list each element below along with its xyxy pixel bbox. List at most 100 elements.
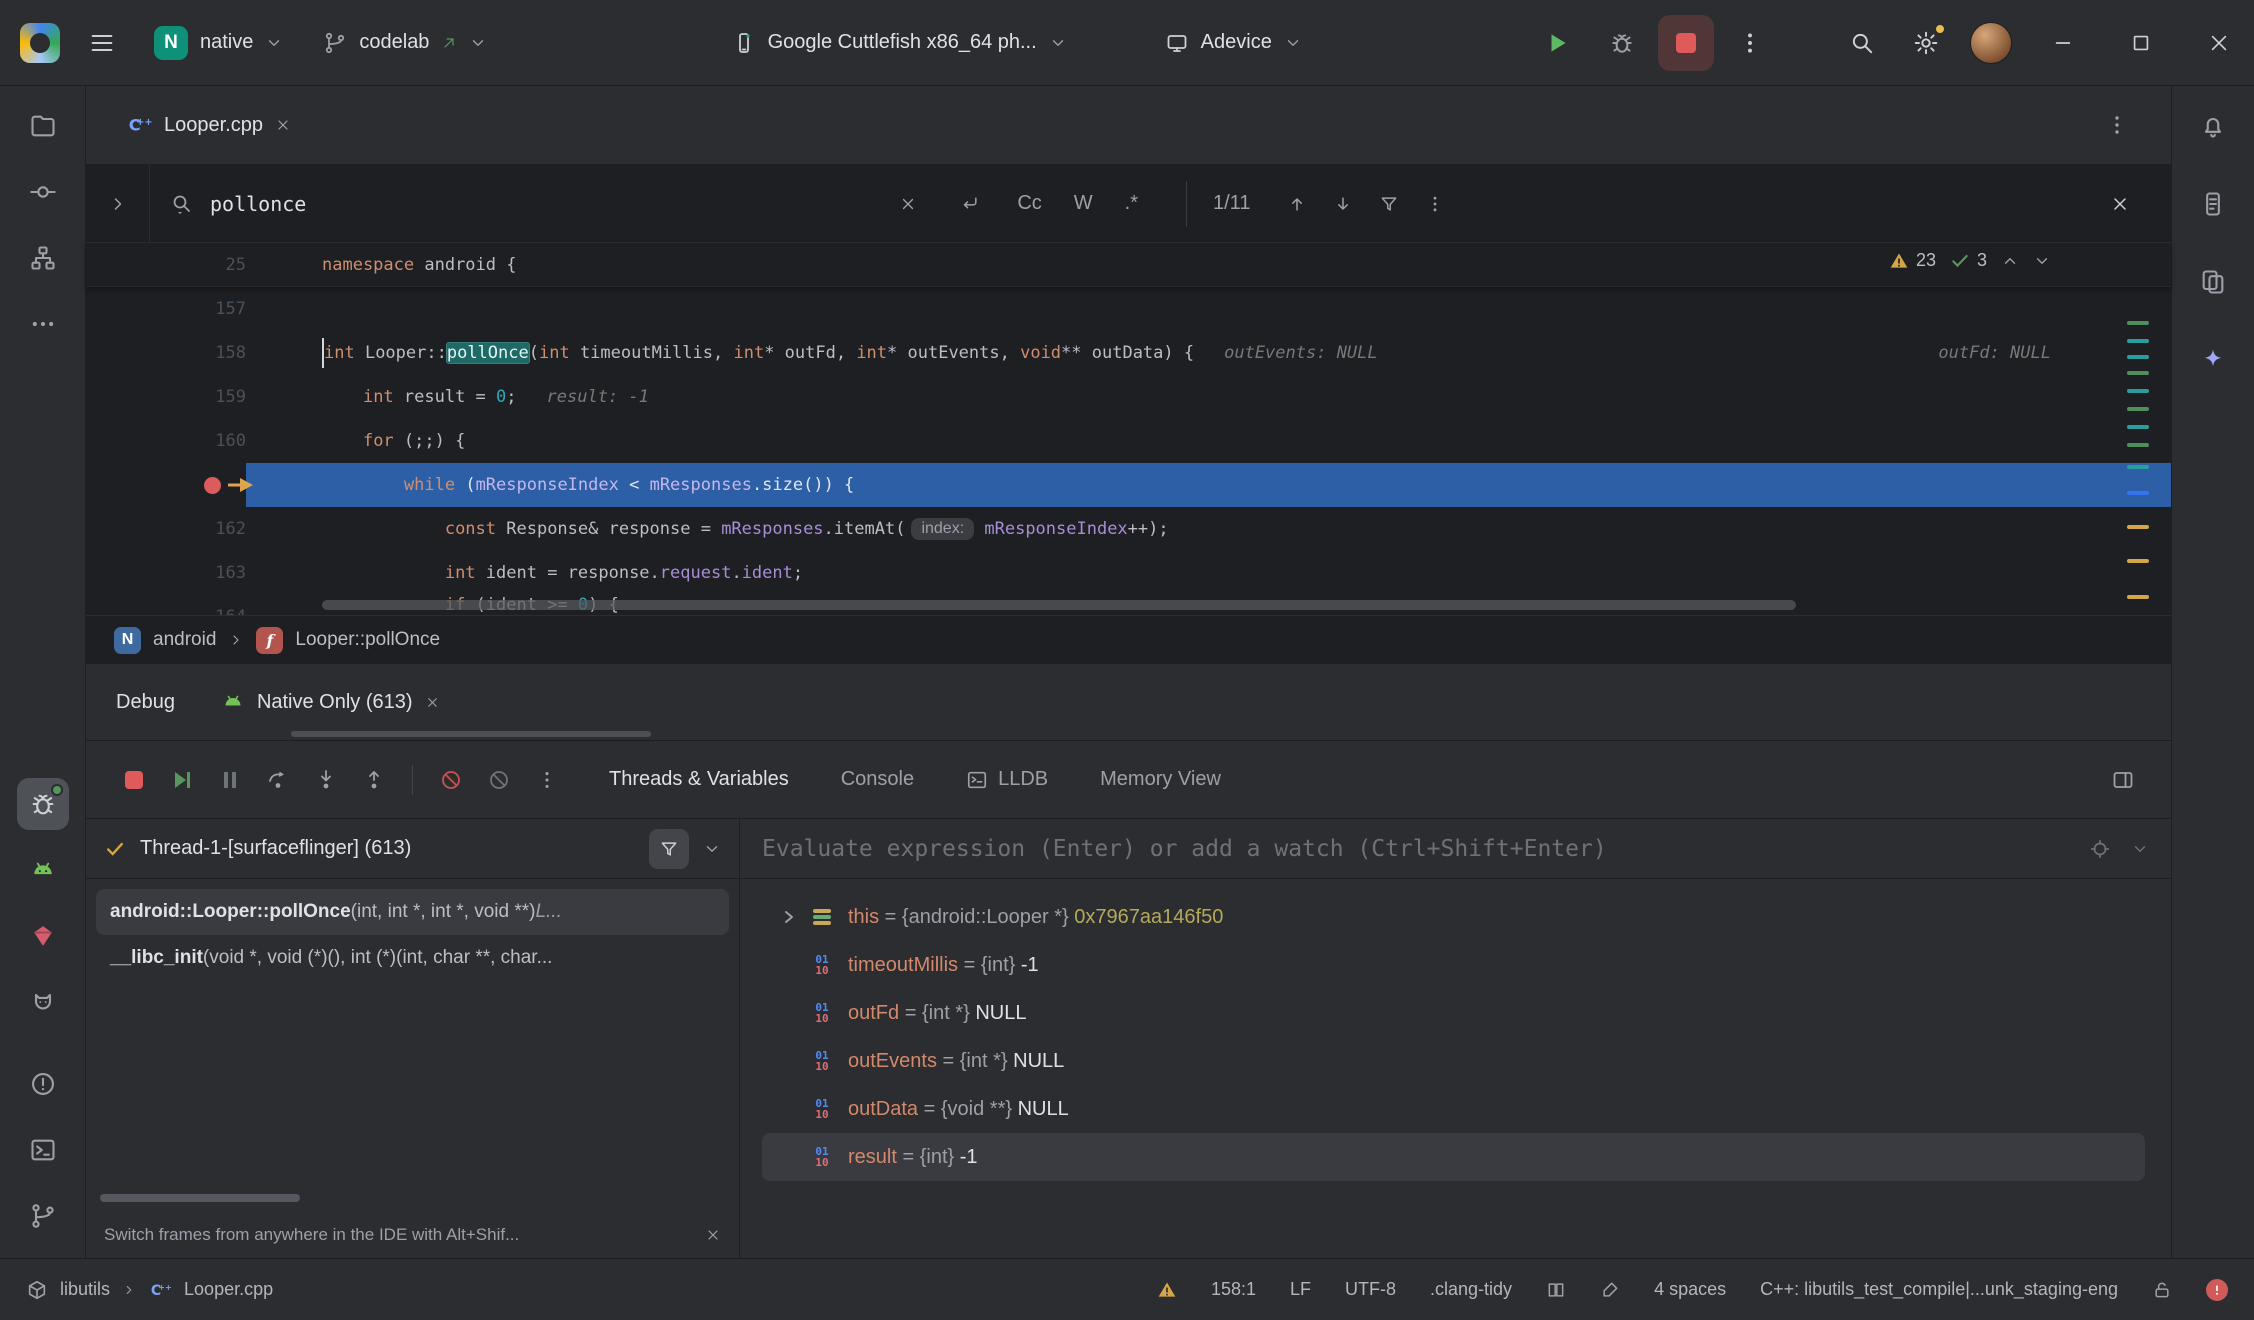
stripe-mark[interactable]	[2127, 355, 2149, 359]
gutter[interactable]: 164	[86, 595, 246, 615]
match-case-toggle[interactable]: Cc	[1009, 186, 1049, 221]
chevron-right-icon[interactable]	[780, 908, 798, 926]
gutter[interactable]: 157	[86, 287, 246, 331]
code-editor[interactable]: 25namespace android {157158int Looper::p…	[86, 243, 2171, 615]
variable-row[interactable]: 0110timeoutMillis = {int} -1	[762, 941, 2145, 989]
code-line-content[interactable]: int Looper::pollOnce(int timeoutMillis, …	[246, 331, 2171, 375]
gutter[interactable]: 160	[86, 419, 246, 463]
horizontal-scrollbar[interactable]	[322, 600, 1796, 610]
device-selector[interactable]: Google Cuttlefish x86_64 ph...	[716, 15, 1083, 71]
maximize-button[interactable]	[2106, 0, 2176, 86]
gutter[interactable]: 25	[86, 243, 246, 286]
project-selector[interactable]: N native	[138, 15, 299, 71]
variable-row[interactable]: 0110outEvents = {int *} NULL	[762, 1037, 2145, 1085]
variable-row[interactable]: 0110outFd = {int *} NULL	[762, 989, 2145, 1037]
caret-position-widget[interactable]: 158:1	[1211, 1279, 1256, 1300]
code-row[interactable]: 158int Looper::pollOnce(int timeoutMilli…	[86, 331, 2171, 375]
more-actions-button[interactable]	[1722, 15, 1778, 71]
pause-button[interactable]	[208, 758, 252, 802]
running-devices-button[interactable]	[2187, 256, 2239, 308]
code-line-content[interactable]: while (mResponseIndex < mResponses.size(…	[246, 463, 2171, 507]
code-line-content[interactable]: int result = 0;result: -1	[246, 375, 2171, 419]
close-icon[interactable]	[425, 695, 440, 710]
variable-row[interactable]: this = {android::Looper *} 0x7967aa146f5…	[762, 893, 2145, 941]
stripe-mark[interactable]	[2127, 559, 2149, 563]
chevron-down-icon[interactable]	[2033, 252, 2051, 270]
code-line-content[interactable]: int ident = response.request.ident;	[246, 551, 2171, 595]
code-line-content[interactable]: const Response& response = mResponses.it…	[246, 507, 2171, 551]
close-search-button[interactable]	[2097, 181, 2143, 227]
code-line-content[interactable]: namespace android {	[246, 243, 2171, 286]
close-icon[interactable]	[275, 117, 291, 133]
stripe-mark[interactable]	[2127, 443, 2149, 447]
filter-search-button[interactable]	[1366, 181, 1412, 227]
clear-search-button[interactable]	[885, 181, 931, 227]
code-row[interactable]: 157	[86, 287, 2171, 331]
layout-settings-button[interactable]	[2101, 758, 2145, 802]
stripe-mark[interactable]	[2127, 525, 2149, 529]
structure-tool-button[interactable]	[17, 232, 69, 284]
code-row[interactable]: while (mResponseIndex < mResponses.size(…	[86, 463, 2171, 507]
thread-selector[interactable]: Thread-1-[surfaceflinger] (613)	[86, 819, 739, 879]
stripe-mark[interactable]	[2127, 595, 2149, 599]
code-line-content[interactable]	[246, 287, 2171, 331]
variable-row[interactable]: 0110outData = {void **} NULL	[762, 1085, 2145, 1133]
tab-memory-view[interactable]: Memory View	[1100, 768, 1221, 791]
resume-button[interactable]	[160, 758, 204, 802]
filter-frames-button[interactable]	[649, 829, 689, 869]
commit-tool-button[interactable]	[17, 166, 69, 218]
code-line-content[interactable]: for (;;) {	[246, 419, 2171, 463]
more-tools-button[interactable]	[17, 298, 69, 350]
vcs-branch-selector[interactable]: codelab	[307, 15, 503, 71]
chevron-down-icon[interactable]	[2131, 840, 2149, 858]
stripe-mark[interactable]	[2127, 371, 2149, 375]
search-options-button[interactable]	[1412, 181, 1458, 227]
frames-scrollbar[interactable]	[100, 1194, 300, 1202]
search-input[interactable]: pollonce	[210, 192, 869, 216]
inspection-widget[interactable]: 23 3	[1889, 250, 2051, 271]
stack-frame-row[interactable]: android::Looper::pollOnce(int, int *, in…	[96, 889, 729, 935]
stripe-mark[interactable]	[2127, 491, 2149, 495]
settings-button[interactable]	[1898, 15, 1954, 71]
error-stripe[interactable]	[2127, 243, 2149, 615]
mute-breakpoints-button[interactable]	[429, 758, 473, 802]
tabs-scrollbar[interactable]	[291, 731, 651, 737]
lock-widget[interactable]	[2152, 1280, 2172, 1300]
stripe-mark[interactable]	[2127, 389, 2149, 393]
whole-words-toggle[interactable]: W	[1066, 186, 1101, 221]
stripe-mark[interactable]	[2127, 425, 2149, 429]
chevron-up-icon[interactable]	[2001, 252, 2019, 270]
error-notification-icon[interactable]	[2206, 1279, 2228, 1301]
view-breakpoints-button[interactable]	[477, 758, 521, 802]
inspection-highlight-widget[interactable]	[1600, 1280, 1620, 1300]
expand-toggle[interactable]	[772, 908, 806, 926]
close-icon[interactable]	[705, 1227, 721, 1243]
warnings-badge[interactable]: 23	[1889, 250, 1936, 271]
code-row[interactable]: 159 int result = 0;result: -1	[86, 375, 2171, 419]
next-match-button[interactable]	[1320, 181, 1366, 227]
main-menu-button[interactable]	[74, 15, 130, 71]
tab-looper-cpp[interactable]: C++ Looper.cpp	[126, 86, 291, 164]
sticky-code-row[interactable]: 25namespace android {	[86, 243, 2171, 287]
minimize-button[interactable]	[2028, 0, 2098, 86]
debug-more-button[interactable]	[525, 758, 569, 802]
tab-threads-variables[interactable]: Threads & Variables	[609, 768, 789, 791]
debug-button[interactable]	[1594, 15, 1650, 71]
app-quality-insights-button[interactable]	[17, 910, 69, 962]
stripe-mark[interactable]	[2127, 465, 2149, 469]
indent-widget[interactable]: 4 spaces	[1654, 1279, 1726, 1300]
stripe-mark[interactable]	[2127, 407, 2149, 411]
gutter[interactable]	[86, 463, 246, 507]
line-separator-widget[interactable]: LF	[1290, 1279, 1311, 1300]
gutter[interactable]: 158	[86, 331, 246, 375]
step-out-button[interactable]	[352, 758, 396, 802]
problems-button[interactable]	[17, 1058, 69, 1110]
device-explorer-button[interactable]	[2187, 178, 2239, 230]
debug-tool-button[interactable]	[17, 778, 69, 830]
gutter[interactable]: 162	[86, 507, 246, 551]
close-button[interactable]	[2184, 0, 2254, 86]
run-button[interactable]	[1530, 15, 1586, 71]
add-watch-icon[interactable]	[2089, 838, 2111, 860]
toolchain-widget[interactable]: C++: libutils_test_compile|...unk_stagin…	[1760, 1279, 2118, 1300]
project-tool-button[interactable]	[17, 100, 69, 152]
